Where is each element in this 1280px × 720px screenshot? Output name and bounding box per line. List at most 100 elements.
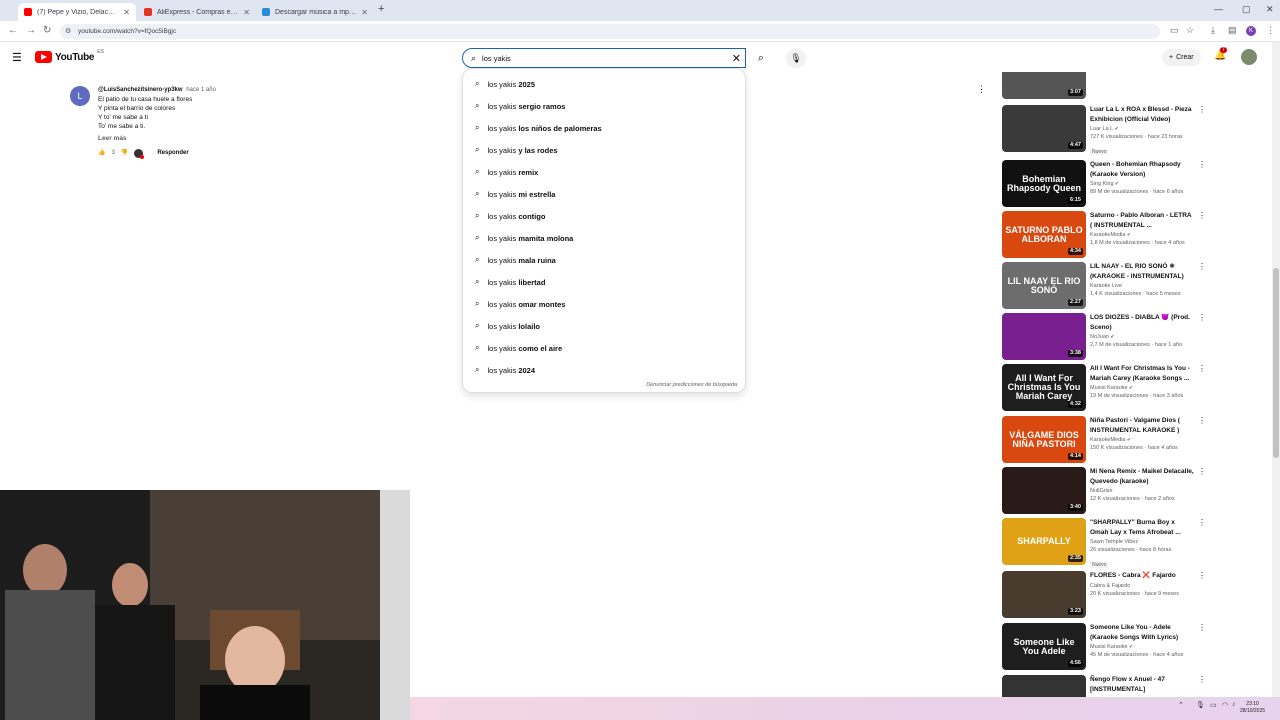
video-menu-icon[interactable]: ⋮ bbox=[1198, 364, 1206, 373]
report-predictions-link[interactable]: Denunciar predicciones de búsqueda bbox=[646, 382, 737, 388]
video-thumbnail[interactable]: Someone Like You Adele 4:56 bbox=[1002, 623, 1086, 670]
video-thumbnail[interactable]: LIL NAAY EL RIO SONÓ 2:27 bbox=[1002, 262, 1086, 309]
search-suggestion[interactable]: ⌕ los yakis libertad bbox=[475, 271, 545, 293]
close-tab-icon[interactable]: ✕ bbox=[123, 8, 130, 17]
browser-tab-mp3[interactable]: Descargar música a mp3 desde ✕ bbox=[256, 3, 374, 21]
video-title[interactable]: All I Want For Christmas Is You - Mariah… bbox=[1090, 364, 1194, 383]
video-title[interactable]: Niña Pastori - Valgame Dios ( INSTRUMENT… bbox=[1090, 416, 1194, 435]
video-menu-icon[interactable]: ⋮ bbox=[1198, 160, 1206, 169]
comment-time[interactable]: hace 1 año bbox=[186, 87, 216, 93]
close-tab-icon[interactable]: ✕ bbox=[243, 8, 250, 17]
video-menu-icon[interactable]: ⋮ bbox=[1198, 211, 1206, 220]
video-title[interactable]: Mi Nena Remix - Maikel Delacalle, Queved… bbox=[1090, 467, 1194, 486]
close-window-icon[interactable]: ✕ bbox=[1266, 4, 1274, 15]
video-title[interactable]: "SHARPALLY" Burna Boy x Omah Lay x Tems … bbox=[1090, 518, 1194, 537]
related-video-item[interactable]: 3:38 LOS DIOZES - DIABLA 😈 (Prod. Sceno) N… bbox=[1002, 313, 1212, 361]
related-video-item[interactable]: 3:40 Mi Nena Remix - Maikel Delacalle, Qu… bbox=[1002, 467, 1212, 515]
video-channel[interactable]: Sawn Temple Vibez bbox=[1090, 539, 1194, 545]
video-channel[interactable]: Musisi Karaoke ✔ bbox=[1090, 385, 1194, 391]
search-suggestion[interactable]: ⌕ los yakis y las rodes bbox=[475, 139, 558, 161]
search-suggestion[interactable]: ⌕ los yakis los niños de palomeras bbox=[475, 117, 602, 139]
video-title[interactable]: Queen - Bohemian Rhapsody (Karaoke Versi… bbox=[1090, 160, 1194, 179]
search-suggestion[interactable]: ⌕ los yakis mamita molona bbox=[475, 227, 573, 249]
address-bar[interactable]: ⚙ youtube.com/watch?v=fQoc5iBgjc bbox=[60, 24, 1160, 39]
channel-name[interactable]: KaraokeMedia bbox=[1090, 232, 1125, 238]
video-thumbnail[interactable]: SHARPALLY 2:35 bbox=[1002, 518, 1086, 565]
channel-name[interactable]: Cabra & Fajardo bbox=[1090, 583, 1130, 589]
search-suggestion[interactable]: ⌕ los yakis sergio ramos bbox=[475, 95, 565, 117]
voice-search-button[interactable]: 🎙 bbox=[786, 48, 806, 68]
dislike-icon[interactable]: 👎 bbox=[121, 149, 128, 158]
reload-icon[interactable]: ↻ bbox=[43, 25, 51, 36]
related-video-item[interactable]: SATURNO PABLO ALBORAN 4:34 Saturno - Pablo… bbox=[1002, 211, 1212, 259]
video-channel[interactable]: NoJuan ✔ bbox=[1090, 334, 1194, 340]
related-video-item[interactable]: Ñengo Flow x Anuel - 47 [INSTRUMENTAL] ⋮ bbox=[1002, 675, 1212, 697]
like-icon[interactable]: 👍 bbox=[98, 149, 105, 158]
more-actions-icon[interactable]: ⋮ bbox=[977, 84, 986, 95]
video-thumbnail[interactable]: VÁLGAME DIOS NIÑA PASTORI 4:14 bbox=[1002, 416, 1086, 463]
minimize-icon[interactable]: — bbox=[1214, 4, 1223, 14]
browser-tab-aliexpress[interactable]: AliExpress - Compras en línea d ✕ bbox=[138, 3, 256, 21]
taskbar-clock[interactable]: 23:10 28/10/2025 bbox=[1240, 701, 1265, 715]
youtube-logo[interactable]: YouTube ES bbox=[35, 49, 104, 63]
video-channel[interactable]: Karaoke Live bbox=[1090, 283, 1194, 289]
search-input[interactable]: ⌕ los yakis ✕ bbox=[462, 48, 746, 68]
account-avatar[interactable] bbox=[1241, 49, 1257, 65]
search-suggestion[interactable]: ⌕ los yakis mala ruina bbox=[475, 249, 556, 271]
search-value[interactable]: los yakis bbox=[482, 54, 732, 63]
video-channel[interactable]: KaraokeMedia ✔ bbox=[1090, 437, 1194, 443]
video-thumbnail[interactable]: Bohemian Rhapsody Queen 6:15 bbox=[1002, 160, 1086, 207]
video-menu-icon[interactable]: ⋮ bbox=[1198, 623, 1206, 632]
channel-name[interactable]: NullGrise bbox=[1090, 488, 1113, 494]
channel-name[interactable]: Musisi Karaoke bbox=[1090, 644, 1128, 650]
video-menu-icon[interactable]: ⋮ bbox=[1198, 571, 1206, 580]
wifi-icon[interactable]: ◠ bbox=[1222, 701, 1228, 709]
search-suggestion[interactable]: ⌕ los yakis 2025 bbox=[475, 73, 535, 95]
commenter-avatar[interactable]: L bbox=[70, 86, 90, 106]
browser-tab-youtube[interactable]: (7) Pepe y Vizio, Delacosa - El F ✕ bbox=[18, 3, 136, 21]
channel-name[interactable]: Sawn Temple Vibez bbox=[1090, 539, 1138, 545]
browser-menu-icon[interactable]: ⋮ bbox=[1266, 25, 1275, 36]
search-suggestion[interactable]: ⌕ los yakis mi estrella bbox=[475, 183, 555, 205]
reply-button[interactable]: Responder bbox=[157, 149, 188, 158]
video-title[interactable]: Saturno - Pablo Alboran - LETRA ( INSTRU… bbox=[1090, 211, 1194, 230]
video-title[interactable]: LIL NAAY - EL RIO SONÓ ⚛ (KARAOKE - INST… bbox=[1090, 262, 1194, 281]
video-menu-icon[interactable]: ⋮ bbox=[1198, 262, 1206, 271]
related-video-item[interactable]: SHARPALLY 2:35 "SHARPALLY" Burna Boy x Oma… bbox=[1002, 518, 1212, 568]
bookmark-star-icon[interactable]: ☆ bbox=[1186, 25, 1194, 36]
maximize-icon[interactable]: ▢ bbox=[1242, 4, 1251, 15]
tray-mic-icon[interactable]: 🎙 bbox=[1196, 701, 1205, 709]
download-icon[interactable]: ⤓ bbox=[1211, 25, 1215, 36]
related-video-item[interactable]: All I Want For Christmas Is You Mariah C… bbox=[1002, 364, 1212, 412]
video-thumbnail[interactable]: All I Want For Christmas Is You Mariah C… bbox=[1002, 364, 1086, 411]
search-suggestion[interactable]: ⌕ los yakis 2024 bbox=[475, 359, 535, 381]
video-title[interactable]: FLORES - Cabra ❌ Fajardo bbox=[1090, 571, 1194, 581]
related-video-item[interactable]: 3:07Diego Hernea179 K visualizaciones · … bbox=[1002, 72, 1212, 100]
tray-display-icon[interactable]: ▭ bbox=[1210, 701, 1217, 709]
search-suggestion[interactable]: ⌕ los yakis omar montes bbox=[475, 293, 565, 315]
search-suggestion[interactable]: ⌕ los yakis como el aire bbox=[475, 337, 562, 359]
channel-name[interactable]: KaraokeMedia bbox=[1090, 437, 1125, 443]
video-title[interactable]: LOS DIOZES - DIABLA 😈 (Prod. Sceno) bbox=[1090, 313, 1194, 332]
video-menu-icon[interactable]: ⋮ bbox=[1198, 467, 1206, 476]
channel-name[interactable]: Sing King bbox=[1090, 181, 1114, 187]
video-thumbnail[interactable]: SATURNO PABLO ALBORAN 4:34 bbox=[1002, 211, 1086, 258]
cast-icon[interactable]: ▭ bbox=[1170, 25, 1179, 36]
hamburger-menu-icon[interactable]: ☰ bbox=[12, 51, 22, 64]
channel-name[interactable]: Musisi Karaoke bbox=[1090, 385, 1128, 391]
video-channel[interactable]: Musisi Karaoke ✔ bbox=[1090, 644, 1194, 650]
video-thumbnail[interactable]: 3:23 bbox=[1002, 571, 1086, 618]
video-channel[interactable]: Luar La L ✔ bbox=[1090, 126, 1194, 132]
forward-icon[interactable]: → bbox=[26, 25, 36, 36]
back-icon[interactable]: ← bbox=[8, 25, 18, 36]
related-video-item[interactable]: Someone Like You Adele 4:56 Someone Like Y… bbox=[1002, 623, 1212, 671]
video-channel[interactable]: Sing King ✔ bbox=[1090, 181, 1194, 187]
video-title[interactable]: Someone Like You - Adele (Karaoke Songs … bbox=[1090, 623, 1194, 642]
video-menu-icon[interactable]: ⋮ bbox=[1198, 675, 1206, 684]
video-thumbnail[interactable]: 3:38 bbox=[1002, 313, 1086, 360]
video-menu-icon[interactable]: ⋮ bbox=[1198, 416, 1206, 425]
video-title[interactable]: Luar La L x ROA x Blessd - Pieza Exhibic… bbox=[1090, 105, 1194, 124]
related-video-item[interactable]: 3:23 FLORES - Cabra ❌ Fajardo Cabra & Faja… bbox=[1002, 571, 1212, 619]
related-video-item[interactable]: VÁLGAME DIOS NIÑA PASTORI 4:14 Niña Pastor… bbox=[1002, 416, 1212, 464]
video-channel[interactable]: KaraokeMedia ✔ bbox=[1090, 232, 1194, 238]
